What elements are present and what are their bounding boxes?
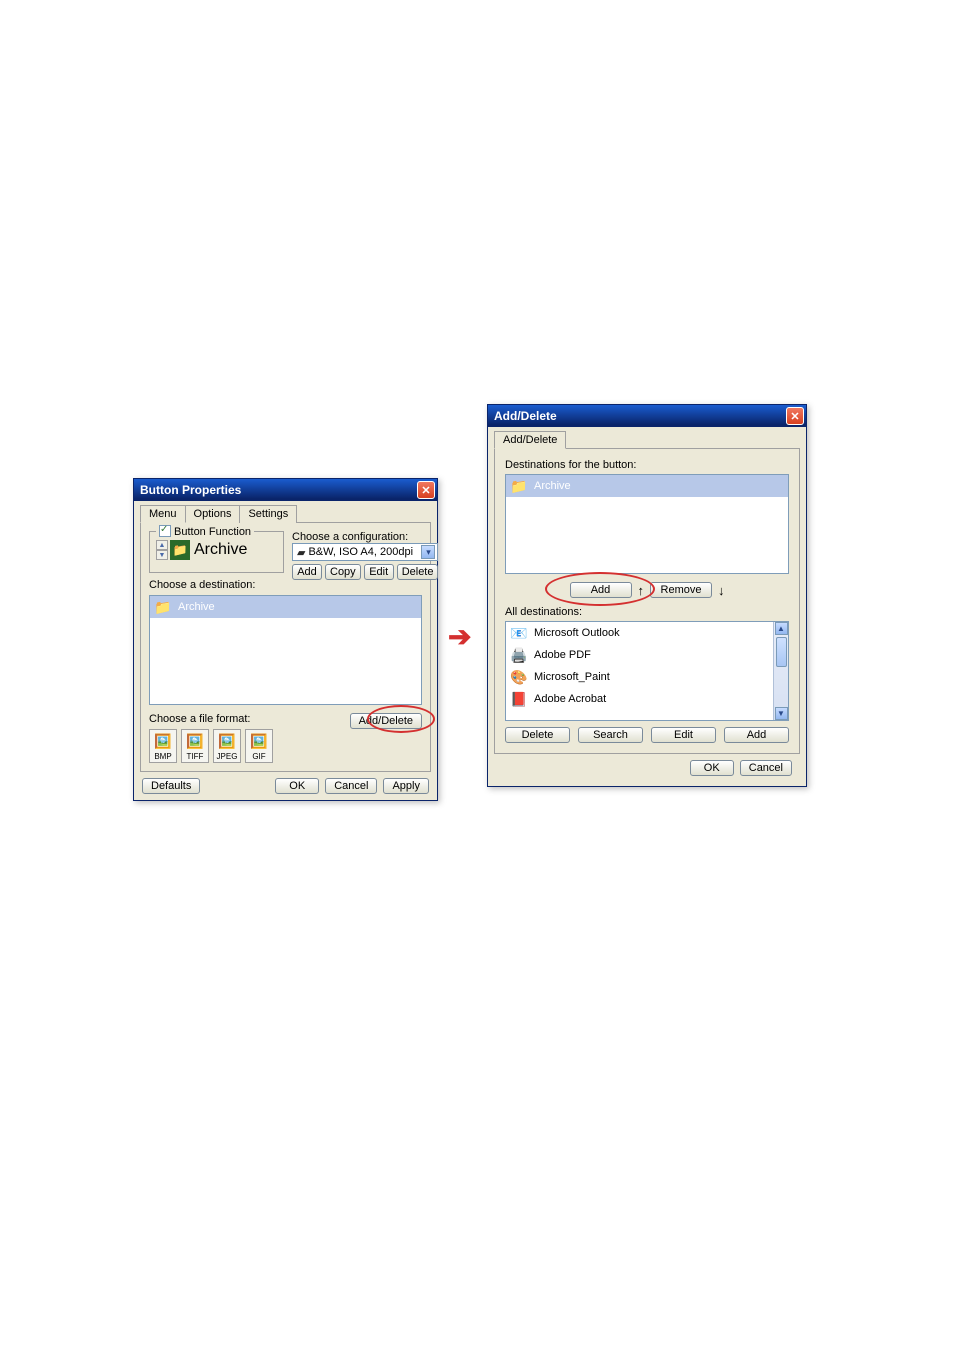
add-delete-button[interactable]: Add/Delete <box>350 713 422 729</box>
window-title: Button Properties <box>140 483 241 497</box>
remove-button[interactable]: Remove <box>650 582 712 598</box>
tab-menu[interactable]: Menu <box>140 505 186 523</box>
spin-down-icon[interactable]: ▼ <box>156 550 168 560</box>
button-function-name: Archive <box>194 541 247 559</box>
move-up-icon[interactable]: ↑ <box>638 583 645 598</box>
dest-for-button-label: Destinations for the button: <box>505 459 789 471</box>
list-item[interactable]: 📧 Microsoft Outlook <box>506 622 788 644</box>
tiff-icon: 🖼️ <box>186 733 203 750</box>
list-item-label: Archive <box>178 601 215 613</box>
format-gif[interactable]: 🖼️GIF <box>245 729 273 763</box>
config-value: B&W, ISO A4, 200dpi <box>308 546 413 558</box>
printer-icon: 🖨️ <box>510 646 528 664</box>
format-tiff[interactable]: 🖼️TIFF <box>181 729 209 763</box>
list-item-label: Microsoft_Paint <box>534 671 610 683</box>
tab-options[interactable]: Options <box>185 505 241 523</box>
config-add-button[interactable]: Add <box>292 564 322 580</box>
scrollbar[interactable]: ▲ ▼ <box>773 622 788 720</box>
config-delete-button[interactable]: Delete <box>397 564 439 580</box>
list-item-label: Adobe PDF <box>534 649 591 661</box>
format-row: 🖼️BMP 🖼️TIFF 🖼️JPEG 🖼️GIF <box>149 729 273 763</box>
all-destinations-label: All destinations: <box>505 606 789 618</box>
config-scan-icon: ▰ <box>297 546 305 559</box>
arrow-annotation-icon: ➔ <box>448 620 471 653</box>
bmp-icon: 🖼️ <box>154 733 171 750</box>
list-item-label: Microsoft Outlook <box>534 627 620 639</box>
apply-button[interactable]: Apply <box>383 778 429 794</box>
choose-format-label: Choose a file format: <box>149 713 273 725</box>
format-bmp[interactable]: 🖼️BMP <box>149 729 177 763</box>
ok-button[interactable]: OK <box>275 778 319 794</box>
add-button[interactable]: Add <box>570 582 632 598</box>
window-title: Add/Delete <box>494 409 557 423</box>
cancel-button[interactable]: Cancel <box>325 778 377 794</box>
tab-settings[interactable]: Settings <box>239 505 297 523</box>
tab-row: Menu Options Settings <box>140 505 431 523</box>
gif-icon: 🖼️ <box>250 733 267 750</box>
destination-list[interactable]: 📁 Archive <box>149 595 422 705</box>
all-search-button[interactable]: Search <box>578 727 643 743</box>
defaults-button[interactable]: Defaults <box>142 778 200 794</box>
ok-button[interactable]: OK <box>690 760 734 776</box>
scroll-down-icon[interactable]: ▼ <box>775 707 788 720</box>
folder-icon: 📁 <box>154 598 172 616</box>
close-icon[interactable]: ✕ <box>417 481 435 499</box>
move-down-icon[interactable]: ↓ <box>718 583 725 598</box>
all-destinations-list[interactable]: 📧 Microsoft Outlook 🖨️ Adobe PDF 🎨 Micro… <box>505 621 789 721</box>
button-function-check[interactable] <box>159 525 171 537</box>
outlook-icon: 📧 <box>510 624 528 642</box>
list-item-label: Archive <box>534 480 571 492</box>
top-destination-list[interactable]: 📁 Archive <box>505 474 789 574</box>
list-item[interactable]: 📁 Archive <box>506 475 788 497</box>
list-item[interactable]: 📕 Adobe Acrobat <box>506 688 788 710</box>
button-function-legend: Button Function <box>174 526 251 538</box>
choose-destination-label: Choose a destination: <box>149 579 284 591</box>
acrobat-icon: 📕 <box>510 690 528 708</box>
titlebar[interactable]: Add/Delete ✕ <box>488 405 806 427</box>
config-copy-button[interactable]: Copy <box>325 564 361 580</box>
jpeg-icon: 🖼️ <box>218 733 235 750</box>
all-add-button[interactable]: Add <box>724 727 789 743</box>
scroll-thumb[interactable] <box>776 637 787 667</box>
all-edit-button[interactable]: Edit <box>651 727 716 743</box>
add-delete-dialog: Add/Delete ✕ Add/Delete Destinations for… <box>487 404 807 787</box>
folder-icon: 📁 <box>510 477 528 495</box>
spinner[interactable]: ▲ ▼ <box>156 540 168 560</box>
archive-icon: 📁 <box>170 540 190 560</box>
cancel-button[interactable]: Cancel <box>740 760 792 776</box>
dropdown-arrow-icon[interactable]: ▾ <box>421 545 435 559</box>
scroll-up-icon[interactable]: ▲ <box>775 622 788 635</box>
spin-up-icon[interactable]: ▲ <box>156 540 168 550</box>
list-item-label: Adobe Acrobat <box>534 693 606 705</box>
config-dropdown[interactable]: ▰B&W, ISO A4, 200dpi ▾ <box>292 543 438 561</box>
all-delete-button[interactable]: Delete <box>505 727 570 743</box>
choose-config-label: Choose a configuration: <box>292 531 438 543</box>
list-item[interactable]: 🎨 Microsoft_Paint <box>506 666 788 688</box>
titlebar[interactable]: Button Properties ✕ <box>134 479 437 501</box>
close-icon[interactable]: ✕ <box>786 407 804 425</box>
tab-add-delete[interactable]: Add/Delete <box>494 431 566 449</box>
button-properties-dialog: Button Properties ✕ Menu Options Setting… <box>133 478 438 801</box>
format-jpeg[interactable]: 🖼️JPEG <box>213 729 241 763</box>
list-item[interactable]: 🖨️ Adobe PDF <box>506 644 788 666</box>
paint-icon: 🎨 <box>510 668 528 686</box>
list-item[interactable]: 📁 Archive <box>150 596 421 618</box>
config-edit-button[interactable]: Edit <box>364 564 394 580</box>
